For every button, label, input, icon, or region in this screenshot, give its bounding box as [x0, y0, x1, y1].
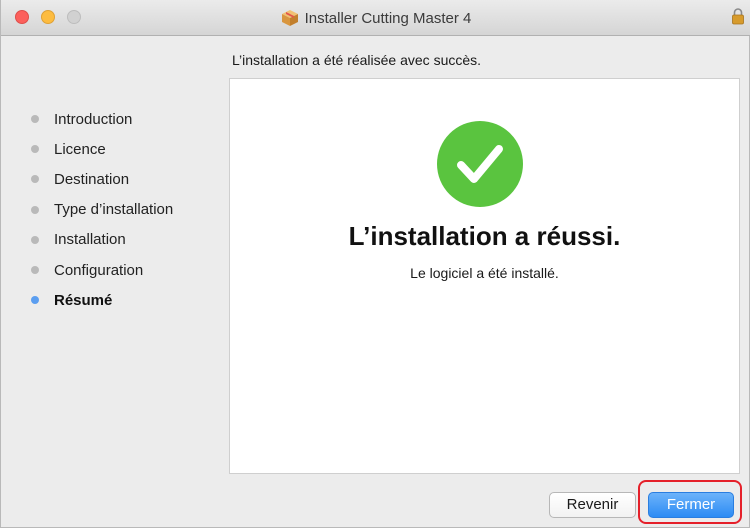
step-licence: Licence: [31, 134, 221, 164]
package-icon: [281, 10, 298, 26]
step-label: Résumé: [54, 291, 113, 309]
success-subtitle: Le logiciel a été installé.: [410, 265, 559, 281]
step-label: Introduction: [54, 110, 133, 128]
step-installation-type: Type d’installation: [31, 195, 221, 225]
step-bullet-icon: [31, 115, 39, 124]
window-title-group: Installer Cutting Master 4: [1, 0, 750, 36]
step-destination: Destination: [31, 164, 221, 194]
step-label: Destination: [54, 170, 130, 188]
window-title: Installer Cutting Master 4: [304, 9, 472, 27]
title-bar[interactable]: Installer Cutting Master 4: [1, 0, 750, 36]
step-bullet-icon: [31, 175, 39, 184]
step-introduction: Introduction: [31, 104, 221, 134]
step-summary: Résumé: [31, 285, 221, 315]
success-title: L’installation a réussi.: [348, 221, 621, 251]
checkmark-icon: [457, 145, 503, 183]
step-label: Installation: [54, 231, 126, 249]
step-label: Licence: [54, 140, 106, 158]
installer-window: Installer Cutting Master 4 L’installatio…: [0, 0, 750, 528]
step-bullet-icon: [31, 145, 39, 154]
step-configuration: Configuration: [31, 255, 221, 285]
content-panel: L’installation a réussi. Le logiciel a é…: [229, 78, 740, 474]
installer-steps-sidebar: Introduction Licence Destination Type d’…: [31, 104, 221, 315]
step-bullet-icon: [31, 205, 39, 214]
step-installation: Installation: [31, 225, 221, 255]
close-button[interactable]: Fermer: [648, 492, 734, 518]
step-label: Type d’installation: [54, 201, 174, 219]
step-bullet-icon: [31, 296, 39, 305]
step-bullet-icon: [31, 235, 39, 244]
success-badge: [437, 121, 523, 207]
step-label: Configuration: [54, 261, 144, 279]
back-button[interactable]: Revenir: [549, 492, 636, 518]
lock-icon[interactable]: [731, 7, 745, 25]
installation-status-text: L’installation a été réalisée avec succè…: [232, 52, 482, 68]
step-bullet-icon: [31, 266, 39, 275]
